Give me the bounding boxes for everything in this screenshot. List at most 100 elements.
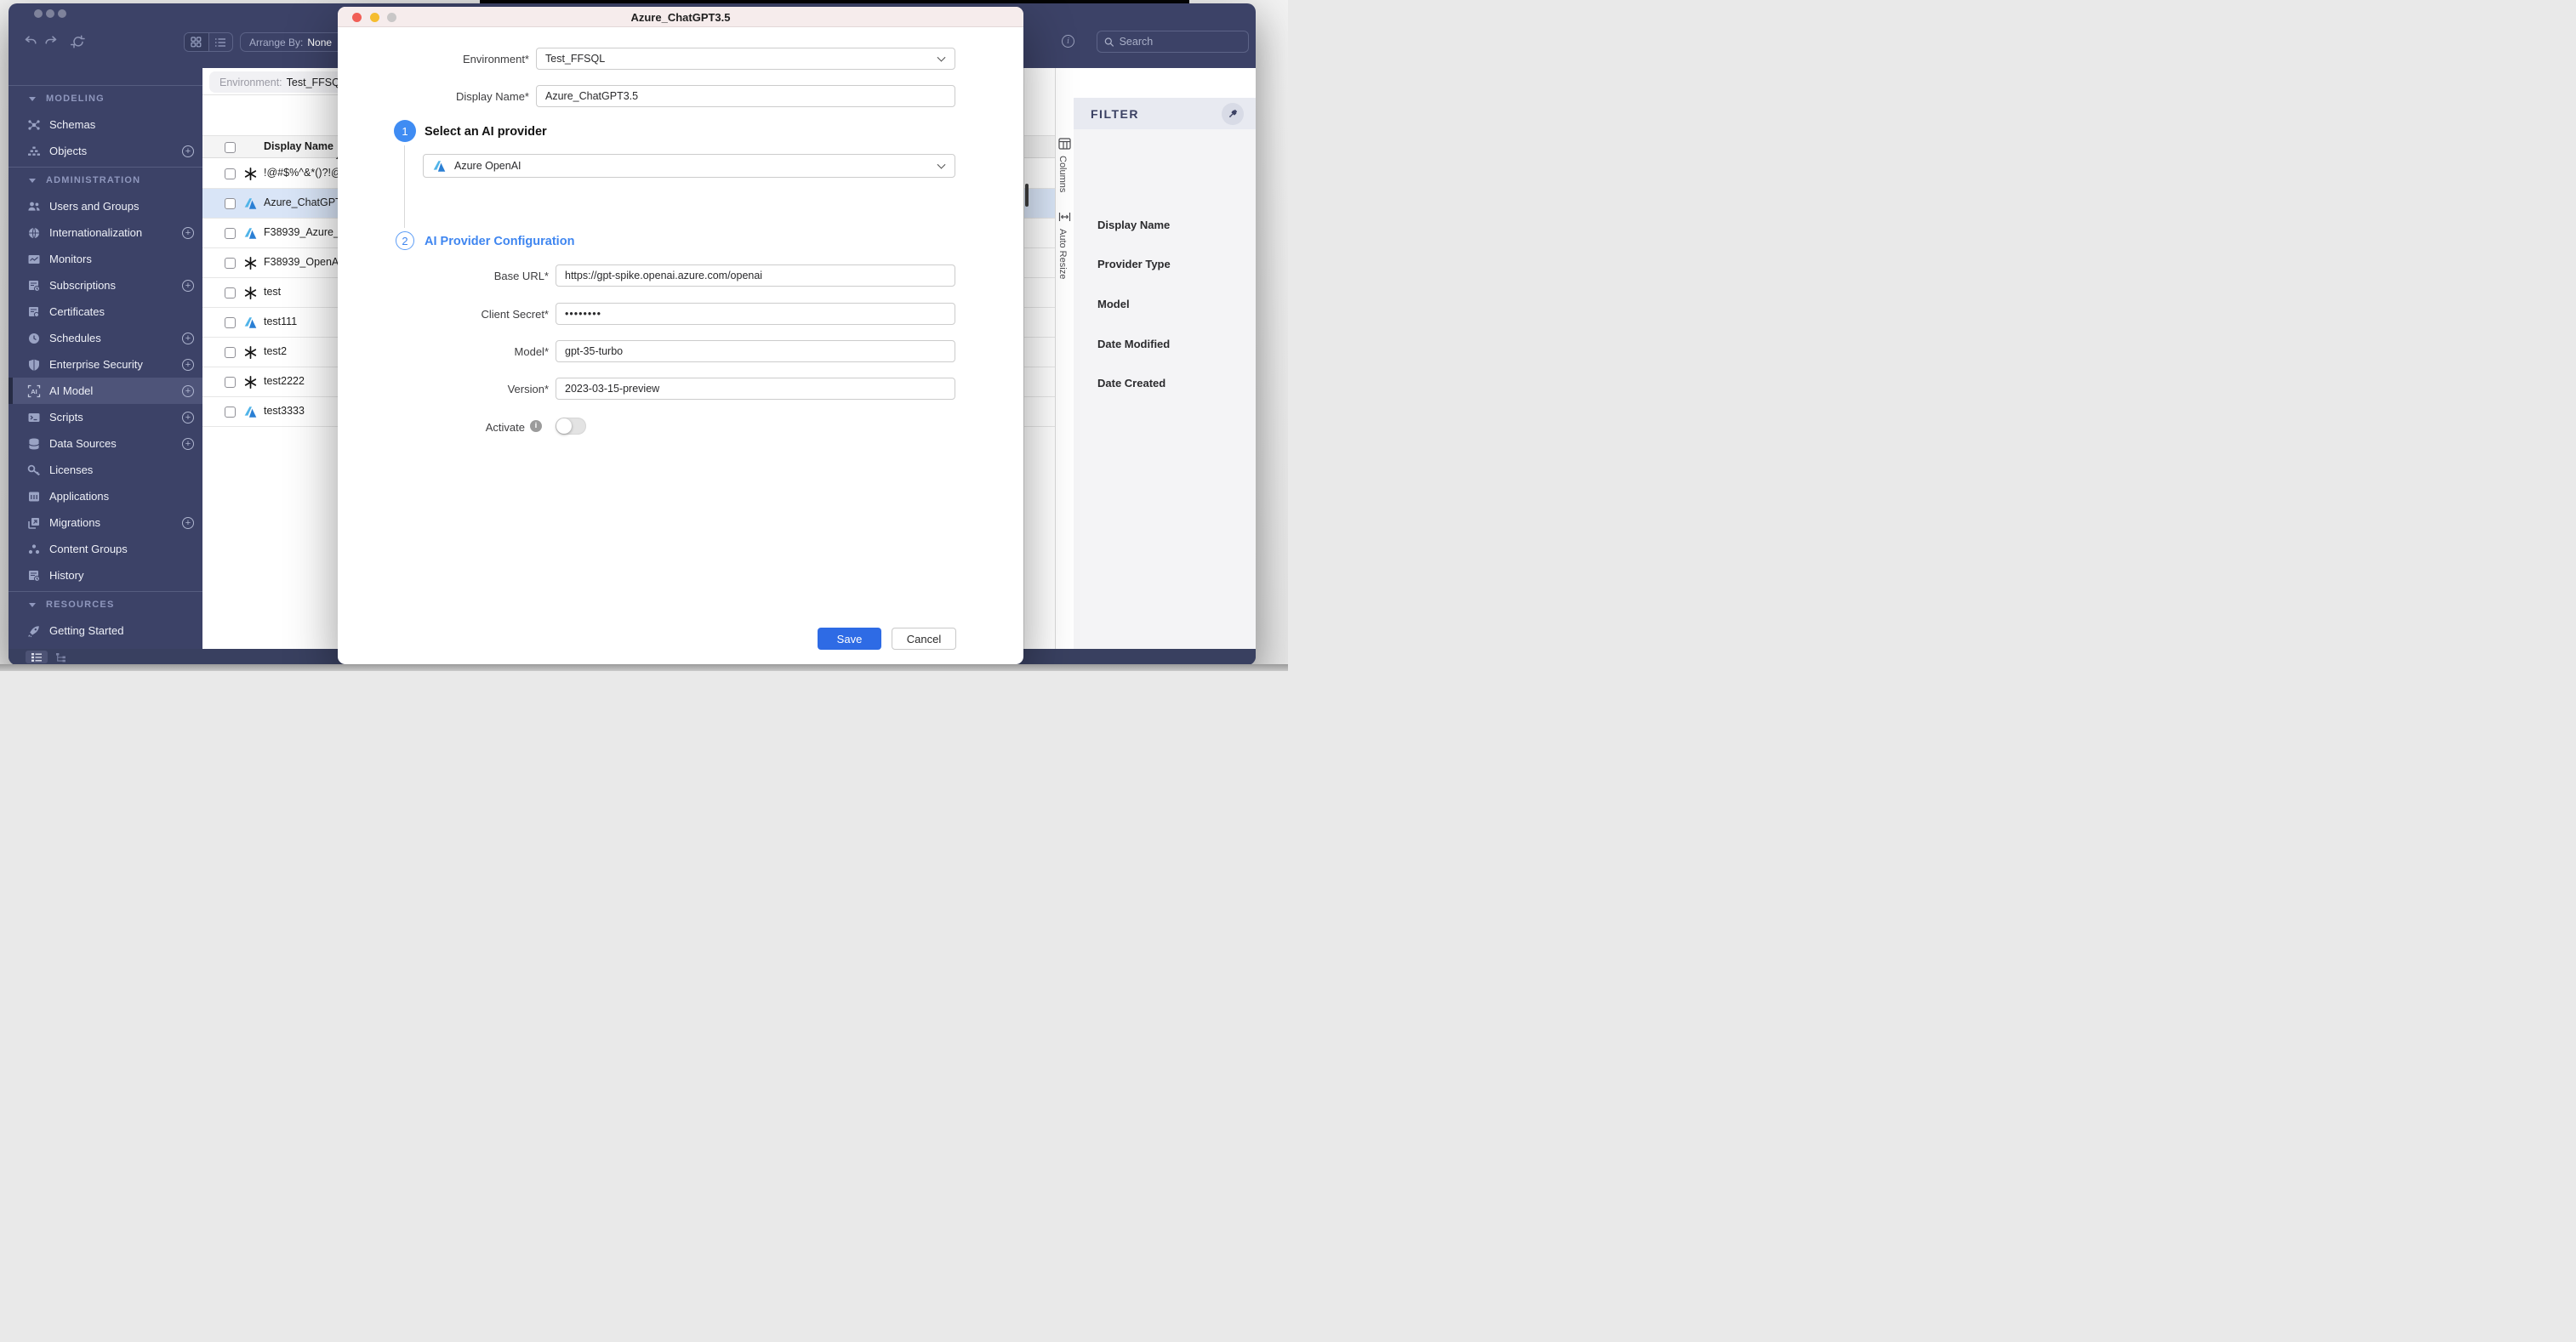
sidebar-item-ai-model[interactable]: AI AI Model + [9,378,202,404]
row-checkbox[interactable] [225,198,236,209]
model-label: Model* [514,345,549,358]
grid-view-button[interactable] [185,33,209,51]
desktop-edge [0,664,1288,671]
collapse-triangle-icon [29,602,36,607]
environment-select[interactable]: Test_FFSQL [536,48,955,70]
tree-mode-button[interactable] [53,651,70,663]
add-data-source-button[interactable]: + [182,437,194,450]
column-header-display-name[interactable]: Display Name [264,140,333,152]
azure-icon [243,226,258,241]
sidebar-item-migrations[interactable]: Migrations + [9,509,202,536]
sidebar-item-users-and-groups[interactable]: Users and Groups [9,193,202,219]
base-url-label: Base URL* [493,270,549,282]
sidebar-item-content-groups[interactable]: Content Groups [9,536,202,562]
row-checkbox[interactable] [225,377,236,388]
add-internationalization-button[interactable]: + [182,226,194,239]
filter-item-date-modified[interactable]: Date Modified [1097,338,1170,350]
window-minimize-button[interactable] [46,9,54,18]
cancel-button[interactable]: Cancel [892,628,956,650]
environment-filter-chip[interactable]: Environment: Test_FFSQL [209,71,356,93]
add-schedule-button[interactable]: + [182,332,194,344]
add-subscription-button[interactable]: + [182,279,194,292]
sidebar-section-resources[interactable]: RESOURCES [9,592,202,617]
row-checkbox[interactable] [225,407,236,418]
add-ai-model-button[interactable]: + [182,384,194,397]
sidebar-item-subscriptions[interactable]: Subscriptions + [9,272,202,299]
tab-columns[interactable]: Columns [1057,156,1068,192]
activate-toggle[interactable] [556,418,586,435]
row-checkbox[interactable] [225,168,236,179]
scrollbar-thumb[interactable] [1025,184,1029,207]
row-checkbox[interactable] [225,228,236,239]
filter-item-display-name[interactable]: Display Name [1097,219,1170,231]
list-view-button[interactable] [209,33,233,51]
filter-item-model[interactable]: Model [1097,298,1130,310]
model-input[interactable] [556,340,955,362]
redo-icon[interactable] [43,34,59,49]
window-zoom-button[interactable] [58,9,66,18]
activate-info-icon[interactable]: i [530,420,542,432]
ai-model-dialog: Azure_ChatGPT3.5 Environment* Test_FFSQL… [338,7,1023,664]
sidebar-item-internationalization[interactable]: Internationalization + [9,219,202,246]
step-2-title: AI Provider Configuration [425,235,575,248]
filter-item-provider-type[interactable]: Provider Type [1097,258,1171,270]
add-object-button[interactable]: + [182,145,194,157]
row-checkbox[interactable] [225,258,236,269]
sidebar-item-getting-started[interactable]: Getting Started [9,617,202,644]
key-icon [27,463,41,477]
undo-icon[interactable] [23,34,38,49]
chevron-down-icon [937,53,946,62]
sidebar-item-schedules[interactable]: Schedules + [9,325,202,351]
display-name-input[interactable] [536,85,955,107]
search-icon [1104,37,1114,47]
openai-icon [243,375,258,390]
sidebar-item-schemas[interactable]: Schemas [9,111,202,138]
sidebar-section-administration[interactable]: ADMINISTRATION [9,168,202,193]
add-script-button[interactable]: + [182,411,194,424]
applications-icon [27,490,41,503]
sidebar-item-history[interactable]: History [9,562,202,589]
add-migration-button[interactable]: + [182,516,194,529]
sidebar-item-monitors[interactable]: Monitors [9,246,202,272]
filter-item-date-created[interactable]: Date Created [1097,377,1165,390]
refresh-icon[interactable] [71,34,86,49]
select-all-checkbox[interactable] [225,142,236,153]
base-url-input[interactable] [556,264,955,287]
tab-auto-resize[interactable]: Auto Resize [1057,229,1068,279]
modal-titlebar: Azure_ChatGPT3.5 [338,7,1023,27]
save-button[interactable]: Save [818,628,881,650]
filter-title: FILTER [1091,106,1139,121]
info-icon[interactable]: i [1062,35,1074,48]
sidebar-item-objects[interactable]: Objects + [9,138,202,164]
shield-icon [27,358,41,372]
row-checkbox[interactable] [225,347,236,358]
sidebar-item-certificates[interactable]: Certificates [9,299,202,325]
sidebar-item-enterprise-security[interactable]: Enterprise Security + [9,351,202,378]
sidebar-item-data-sources[interactable]: Data Sources + [9,430,202,457]
pin-button[interactable] [1222,102,1244,125]
search-input[interactable] [1119,36,1241,48]
client-secret-input[interactable] [556,303,955,325]
auto-resize-icon[interactable] [1058,211,1072,225]
sidebar-item-licenses[interactable]: Licenses [9,457,202,483]
client-secret-label: Client Secret* [481,308,549,321]
sidebar-item-applications[interactable]: Applications [9,483,202,509]
clock-icon [27,332,41,345]
row-checkbox[interactable] [225,317,236,328]
row-checkbox[interactable] [225,287,236,299]
window-close-button[interactable] [34,9,43,18]
search-box[interactable] [1097,31,1249,53]
collapse-triangle-icon [29,96,36,101]
monitor-icon [27,253,41,266]
schemas-icon [27,118,41,132]
version-label: Version* [507,383,549,395]
ai-provider-select[interactable]: Azure OpenAI [423,154,955,178]
add-enterprise-security-button[interactable]: + [182,358,194,371]
version-input[interactable] [556,378,955,400]
columns-icon[interactable] [1058,138,1072,151]
list-mode-button[interactable] [26,651,48,663]
openai-icon [243,345,258,360]
sidebar-section-modeling[interactable]: MODELING [9,86,202,111]
sidebar-item-scripts[interactable]: Scripts + [9,404,202,430]
filter-panel-header: FILTER [1074,98,1256,129]
